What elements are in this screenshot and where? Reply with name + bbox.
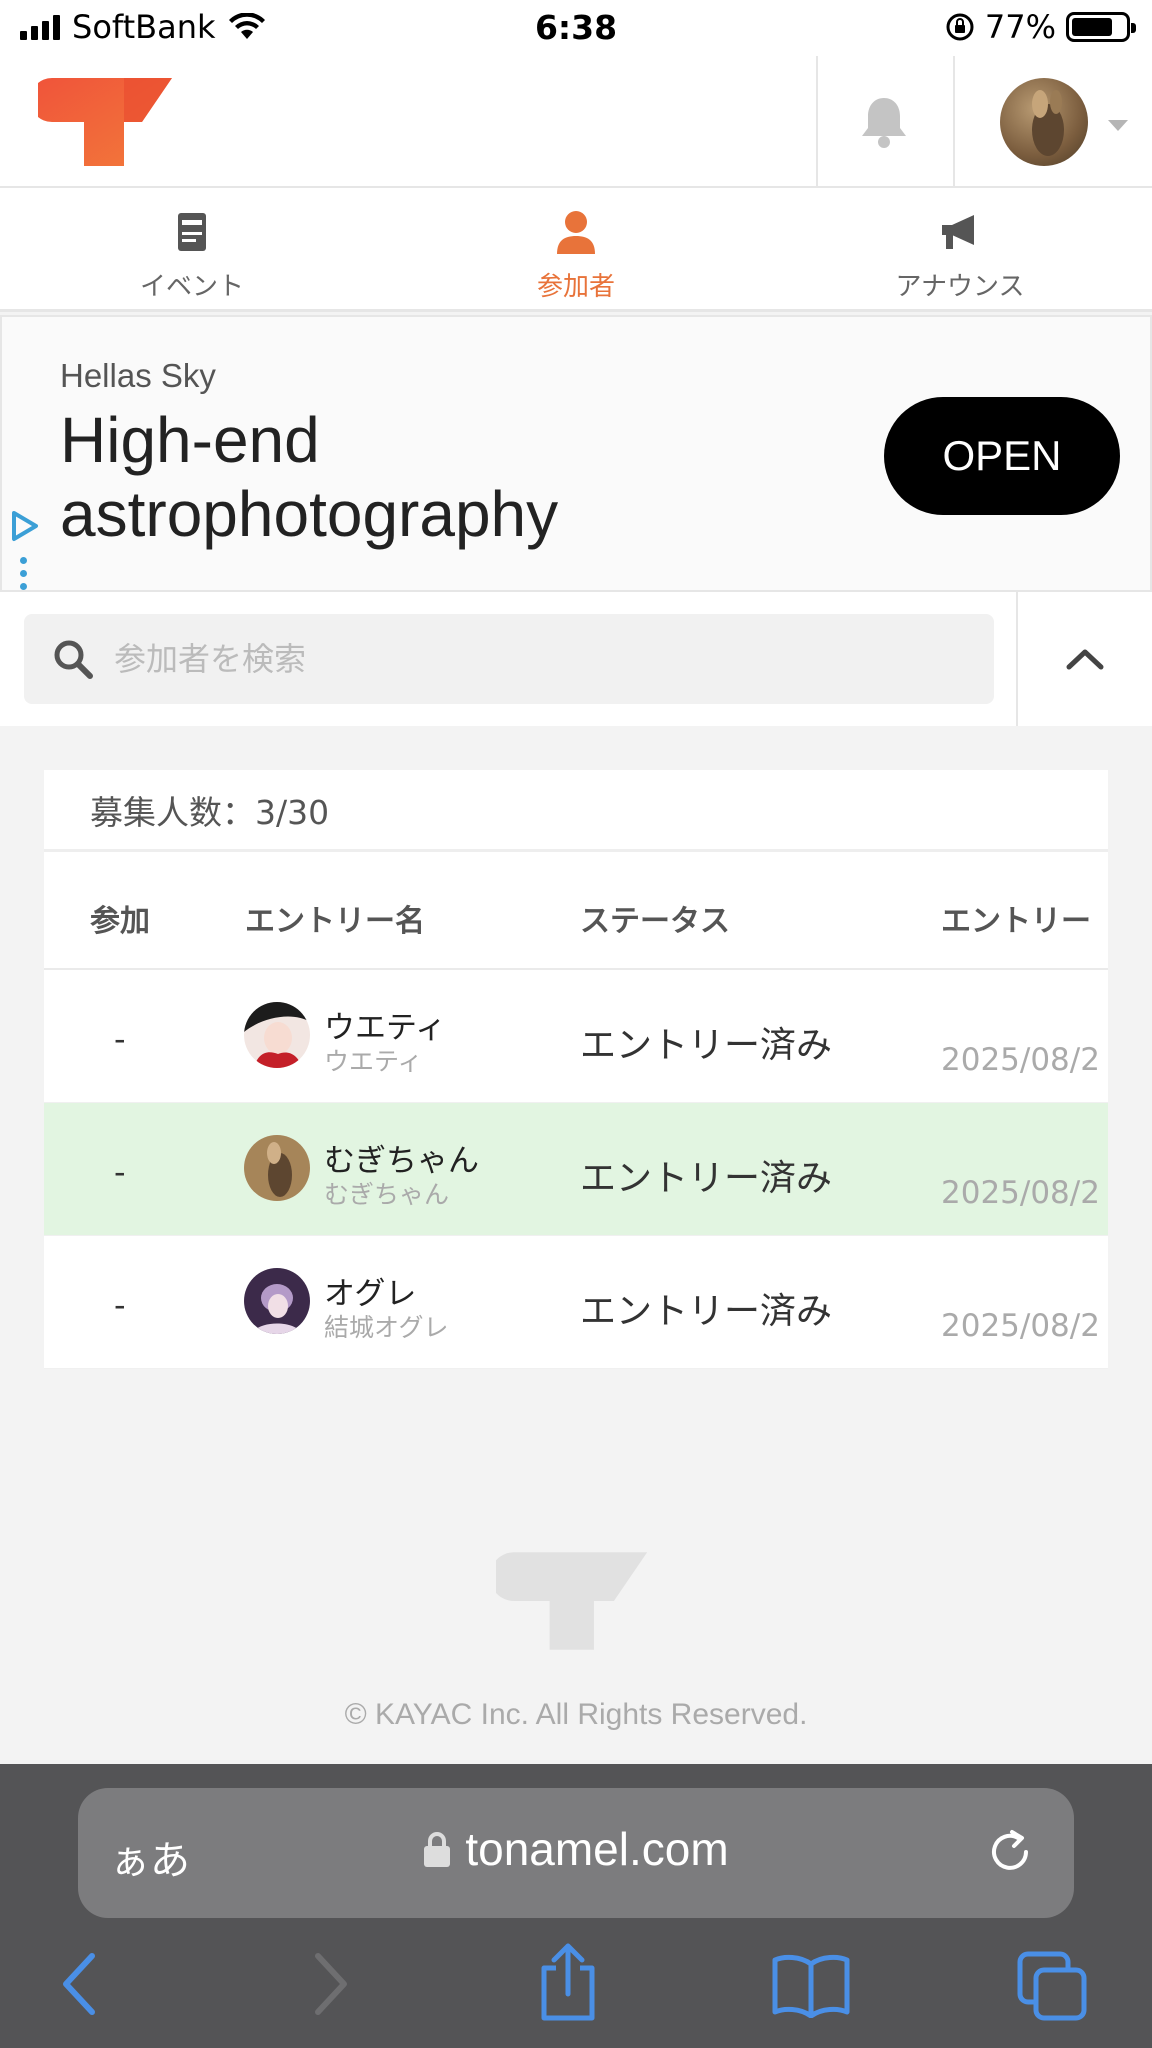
address-bar[interactable]: ぁあ tonamel.com <box>78 1788 1074 1918</box>
back-icon[interactable] <box>60 1952 100 2016</box>
entry-subname: ウエティ <box>324 1047 423 1076</box>
tonamel-logo[interactable] <box>38 76 174 168</box>
lock-icon <box>424 1832 451 1867</box>
user-avatar[interactable] <box>1000 78 1088 166</box>
participants-card: 募集人数：3/30 参加 エントリー名 ステータス エントリー - ウエティ ウ… <box>44 770 1108 1369</box>
join-value: - <box>114 1020 126 1058</box>
table-row[interactable]: - ウエティ ウエティ エントリー済み 2025/08/2 <box>44 970 1108 1103</box>
megaphone-icon <box>942 215 974 249</box>
search-icon <box>54 640 93 679</box>
column-header-entry-date: エントリー <box>941 904 1091 939</box>
table-row[interactable]: - むぎちゃん むぎちゃん エントリー済み 2025/08/2 <box>44 1103 1108 1236</box>
status-bar: SoftBank 6:38 77% <box>0 0 1152 56</box>
ad-choices-icon[interactable] <box>10 509 40 543</box>
ad-open-button[interactable]: OPEN <box>884 397 1120 515</box>
tab-event[interactable]: イベント <box>0 188 384 309</box>
nav-tabs: イベント 参加者 アナウンス <box>0 188 1152 312</box>
entry-status: エントリー済み <box>580 1291 833 1332</box>
app-header <box>0 56 1152 188</box>
column-header-status: ステータス <box>580 904 730 939</box>
tab-participants[interactable]: 参加者 <box>384 188 768 309</box>
ad-menu-icon[interactable] <box>20 557 27 590</box>
entry-date: 2025/08/2 <box>941 1042 1100 1078</box>
header-divider <box>816 56 818 186</box>
copyright: © KAYAC Inc. All Rights Reserved. <box>344 1698 808 1731</box>
orientation-lock-icon <box>946 13 974 41</box>
join-value: - <box>114 1286 126 1324</box>
tabs-icon[interactable] <box>1016 1950 1090 2022</box>
avatar <box>244 1002 310 1068</box>
tab-label: 参加者 <box>536 272 615 302</box>
entry-name: ウエティ <box>324 1010 447 1046</box>
table-row[interactable]: - オグレ 結城オグレ エントリー済み 2025/08/2 <box>44 1236 1108 1369</box>
share-icon[interactable] <box>536 1942 600 2022</box>
entry-status: エントリー済み <box>580 1158 833 1199</box>
header-divider <box>953 56 955 186</box>
footer-logo <box>496 1552 648 1650</box>
search-input[interactable] <box>114 640 934 678</box>
tab-announce[interactable]: アナウンス <box>768 188 1152 309</box>
ad-banner[interactable]: Hellas Sky High-end astrophotography OPE… <box>0 315 1152 592</box>
entry-date: 2025/08/2 <box>941 1308 1100 1344</box>
battery-icon <box>1066 12 1136 42</box>
entry-subname: 結城オグレ <box>324 1313 449 1342</box>
search-box[interactable] <box>24 614 994 704</box>
avatar <box>244 1268 310 1334</box>
bookmarks-icon[interactable] <box>772 1954 850 2018</box>
forward-icon[interactable] <box>310 1952 350 2016</box>
entry-date: 2025/08/2 <box>941 1175 1100 1211</box>
join-value: - <box>114 1153 126 1191</box>
chevron-down-icon[interactable] <box>1108 120 1128 131</box>
entry-status: エントリー済み <box>580 1025 833 1066</box>
chevron-up-icon <box>1066 649 1104 670</box>
url-text: tonamel.com <box>465 1823 729 1875</box>
entry-subname: むぎちゃん <box>324 1180 450 1209</box>
avatar <box>244 1135 310 1201</box>
battery-percent: 77% <box>984 8 1056 46</box>
ad-sponsor: Hellas Sky <box>60 357 216 394</box>
tab-label: アナウンス <box>895 272 1025 302</box>
table-header: 参加 エントリー名 ステータス エントリー <box>44 852 1108 970</box>
browser-bar: ぁあ tonamel.com <box>0 1764 1152 2048</box>
entry-name: オグレ <box>324 1276 417 1312</box>
collapse-button[interactable] <box>1018 592 1152 726</box>
person-icon <box>557 211 595 254</box>
search-bar <box>0 592 1152 726</box>
column-header-entry-name: エントリー名 <box>245 904 425 939</box>
document-icon <box>178 213 206 251</box>
notification-bell-icon[interactable] <box>858 94 910 148</box>
browser-toolbar <box>0 1942 1152 2038</box>
reload-icon[interactable] <box>984 1826 1036 1878</box>
tab-label: イベント <box>139 272 244 302</box>
recruit-count: 募集人数：3/30 <box>44 770 1108 852</box>
ad-title: High-end astrophotography <box>60 404 559 550</box>
column-header-join: 参加 <box>90 904 150 939</box>
entry-name: むぎちゃん <box>324 1143 479 1179</box>
